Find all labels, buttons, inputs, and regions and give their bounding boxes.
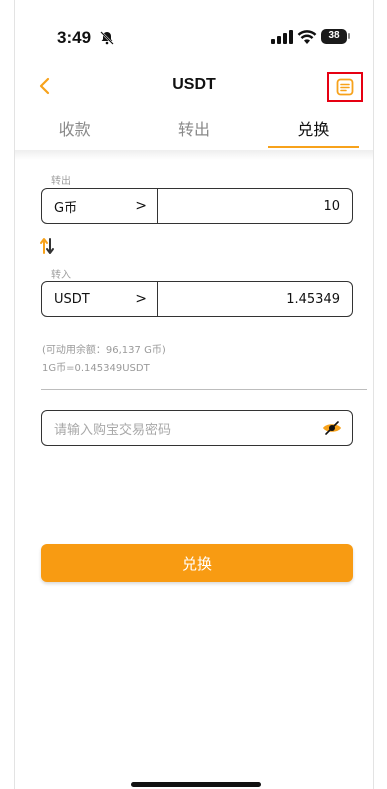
tab-bar: 收款 转出 兑换 <box>15 110 373 150</box>
tab-divider <box>15 150 373 160</box>
tab-transfer-out[interactable]: 转出 <box>134 110 253 150</box>
available-balance: (可动用余额：96,137 G币) <box>42 345 166 356</box>
chevron-right-icon: > <box>135 198 147 214</box>
from-label: 转出 <box>51 176 71 187</box>
document-list-icon <box>336 78 354 96</box>
home-indicator <box>131 782 261 787</box>
from-amount-input[interactable]: 10 <box>158 189 352 223</box>
swap-vertical-icon[interactable] <box>39 236 55 256</box>
password-field[interactable]: 请输入购宝交易密码 <box>41 410 353 446</box>
eye-hidden-icon[interactable] <box>322 420 342 436</box>
tab-receive[interactable]: 收款 <box>15 110 134 150</box>
battery-level: 38 <box>328 30 340 41</box>
status-bar: 3:49 38 <box>15 0 373 70</box>
from-row: G币 > 10 <box>41 188 353 224</box>
chevron-right-icon: > <box>135 291 147 307</box>
page-title: USDT <box>172 76 216 93</box>
tab-exchange[interactable]: 兑换 <box>254 110 373 150</box>
to-currency-value: USDT <box>54 291 90 307</box>
bell-muted-icon <box>100 31 114 45</box>
to-row: USDT > 1.45349 <box>41 281 353 317</box>
battery-icon: 38 <box>321 29 351 45</box>
cellular-signal-icon <box>271 30 293 44</box>
records-button[interactable] <box>327 72 363 102</box>
from-currency-value: G币 <box>54 200 78 216</box>
wifi-icon <box>297 30 317 44</box>
exchange-submit-button[interactable]: 兑换 <box>41 544 353 582</box>
to-amount-value: 1.45349 <box>286 291 340 307</box>
to-currency-select[interactable]: USDT > <box>42 282 158 316</box>
section-divider <box>41 389 367 390</box>
status-time: 3:49 <box>57 28 92 47</box>
nav-header: USDT <box>15 66 373 110</box>
to-label: 转入 <box>51 270 71 281</box>
password-placeholder: 请输入购宝交易密码 <box>54 422 172 438</box>
from-currency-select[interactable]: G币 > <box>42 189 158 223</box>
exchange-rate: 1G币=0.145349USDT <box>42 363 150 374</box>
app-screen: 3:49 38 USDT 收款 转出 兑换 转出 G币 > 10 转入 USDT… <box>14 0 374 789</box>
